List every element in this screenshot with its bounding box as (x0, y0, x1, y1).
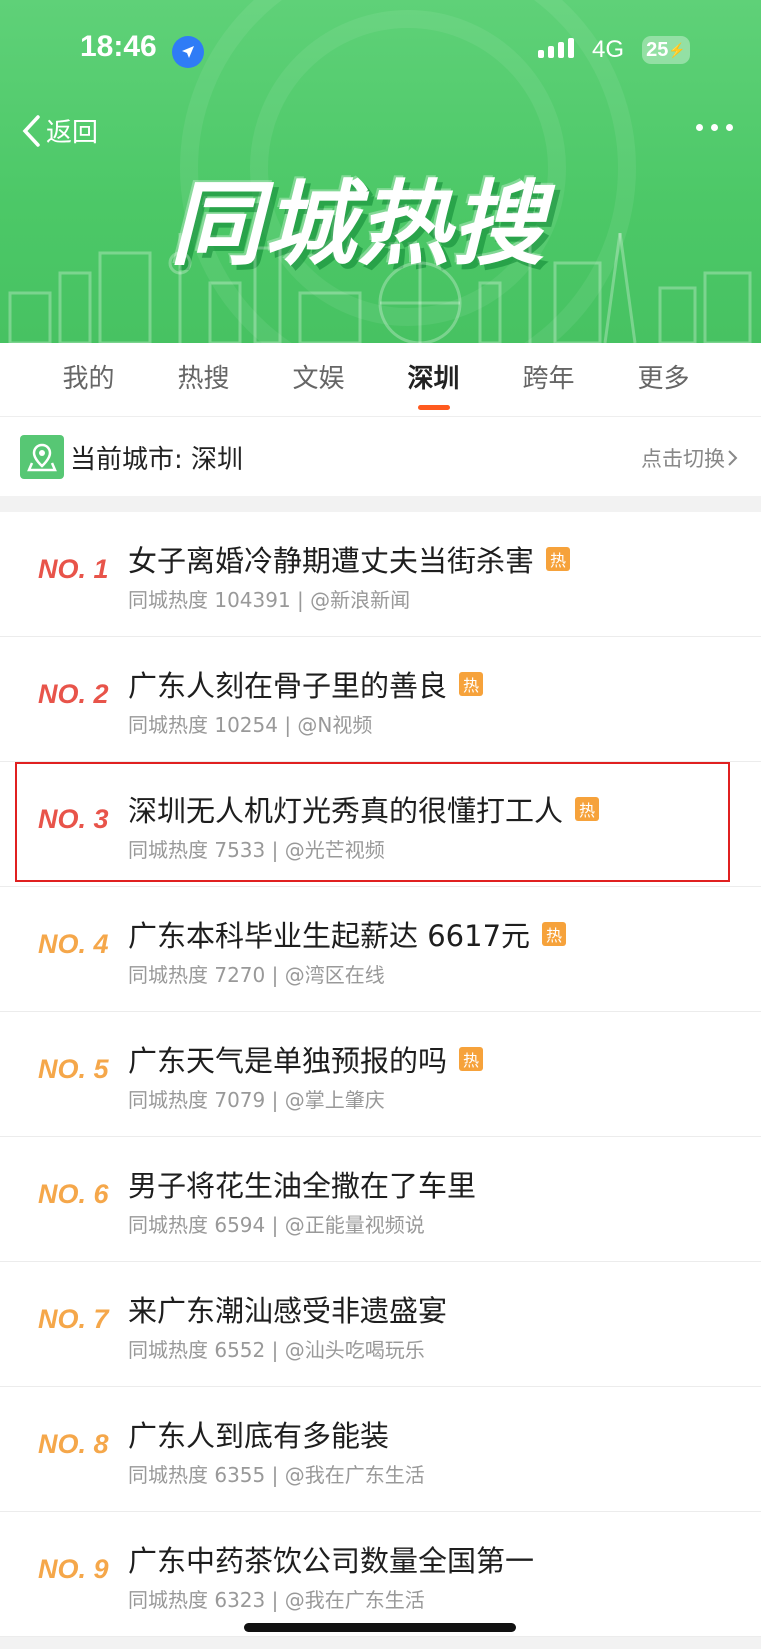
list-item[interactable]: NO. 1 女子离婚冷静期遭丈夫当街杀害热 同城热度 104391 | @新浪新… (0, 512, 761, 637)
list-item[interactable]: NO. 7 来广东潮汕感受非遗盛宴 同城热度 6552 | @汕头吃喝玩乐 (0, 1262, 761, 1387)
list-item[interactable]: NO. 8 广东人到底有多能装 同城热度 6355 | @我在广东生活 (0, 1387, 761, 1512)
header-banner: 18:46 4G 25 ⚡ 返回 同城热搜 (0, 0, 761, 343)
item-title: 广东中药茶饮公司数量全国第一 (128, 1544, 535, 1578)
hot-search-list: NO. 1 女子离婚冷静期遭丈夫当街杀害热 同城热度 104391 | @新浪新… (0, 512, 761, 1637)
section-divider (0, 496, 761, 512)
list-item[interactable]: NO. 9 广东中药茶饮公司数量全国第一 同城热度 6323 | @我在广东生活 (0, 1512, 761, 1637)
hot-badge: 热 (542, 922, 567, 946)
list-item[interactable]: NO. 5 广东天气是单独预报的吗热 同城热度 7079 | @掌上肇庆 (0, 1012, 761, 1137)
switch-city-button[interactable]: 点击切换 (641, 443, 739, 473)
chevron-right-icon (728, 450, 738, 466)
city-skyline-illustration (8, 233, 752, 343)
more-options-icon[interactable] (696, 124, 733, 131)
hot-badge: 热 (459, 672, 484, 696)
tab-hot-search[interactable]: 热搜 (146, 343, 261, 416)
rank-label: NO. 8 (38, 1429, 109, 1459)
item-title: 广东人刻在骨子里的善良 (128, 669, 448, 703)
back-label: 返回 (46, 118, 99, 148)
item-meta: 同城热度 7079 | @掌上肇庆 (128, 1088, 385, 1112)
chevron-left-icon (22, 114, 40, 147)
switch-city-label: 点击切换 (641, 447, 725, 471)
highlight-box (15, 762, 730, 882)
item-meta: 同城热度 104391 | @新浪新闻 (128, 588, 411, 612)
rank-label: NO. 2 (38, 679, 109, 709)
rank-label: NO. 4 (38, 929, 109, 959)
map-location-icon (20, 435, 64, 479)
current-city-label: 当前城市: 深圳 (70, 445, 244, 475)
tab-new-year[interactable]: 跨年 (491, 343, 606, 416)
tab-shenzhen[interactable]: 深圳 (376, 343, 491, 416)
item-meta: 同城热度 6355 | @我在广东生活 (128, 1463, 425, 1487)
hot-badge: 热 (546, 547, 571, 571)
tab-more[interactable]: 更多 (606, 343, 721, 416)
item-title: 广东天气是单独预报的吗 (128, 1044, 448, 1078)
item-meta: 同城热度 7270 | @湾区在线 (128, 963, 385, 987)
rank-label: NO. 7 (38, 1304, 109, 1334)
list-item[interactable]: NO. 4 广东本科毕业生起薪达 6617元热 同城热度 7270 | @湾区在… (0, 887, 761, 1012)
rank-label: NO. 9 (38, 1554, 109, 1584)
battery-level: 25 (646, 38, 669, 61)
back-button[interactable]: 返回 (20, 112, 98, 149)
tab-entertainment[interactable]: 文娱 (261, 343, 376, 416)
status-bar: 18:46 4G 25 ⚡ (0, 0, 761, 100)
item-title: 广东本科毕业生起薪达 6617元 (128, 919, 531, 953)
rank-label: NO. 5 (38, 1054, 109, 1084)
status-time: 18:46 (80, 30, 157, 63)
battery-icon: 25 ⚡ (642, 36, 690, 64)
rank-label: NO. 1 (38, 554, 109, 584)
tab-mine[interactable]: 我的 (31, 343, 146, 416)
location-arrow-icon (172, 36, 204, 68)
item-title: 广东人到底有多能装 (128, 1419, 390, 1453)
current-city-bar: 当前城市: 深圳 点击切换 (0, 416, 761, 497)
item-meta: 同城热度 6594 | @正能量视频说 (128, 1213, 425, 1237)
item-meta: 同城热度 10254 | @N视频 (128, 713, 373, 737)
item-meta: 同城热度 6323 | @我在广东生活 (128, 1588, 425, 1612)
hot-badge: 热 (459, 1047, 484, 1071)
signal-icon (538, 38, 574, 58)
network-type: 4G (592, 36, 625, 63)
rank-label: NO. 6 (38, 1179, 109, 1209)
item-title: 来广东潮汕感受非遗盛宴 (128, 1294, 448, 1328)
category-tabs: 我的 热搜 文娱 深圳 跨年 更多 (0, 343, 761, 416)
list-item[interactable]: NO. 2 广东人刻在骨子里的善良热 同城热度 10254 | @N视频 (0, 637, 761, 762)
list-item[interactable]: NO. 6 男子将花生油全撒在了车里 同城热度 6594 | @正能量视频说 (0, 1137, 761, 1262)
item-meta: 同城热度 6552 | @汕头吃喝玩乐 (128, 1338, 425, 1362)
item-title: 男子将花生油全撒在了车里 (128, 1169, 477, 1203)
item-title: 女子离婚冷静期遭丈夫当街杀害 (128, 544, 535, 578)
home-indicator[interactable] (244, 1623, 516, 1632)
